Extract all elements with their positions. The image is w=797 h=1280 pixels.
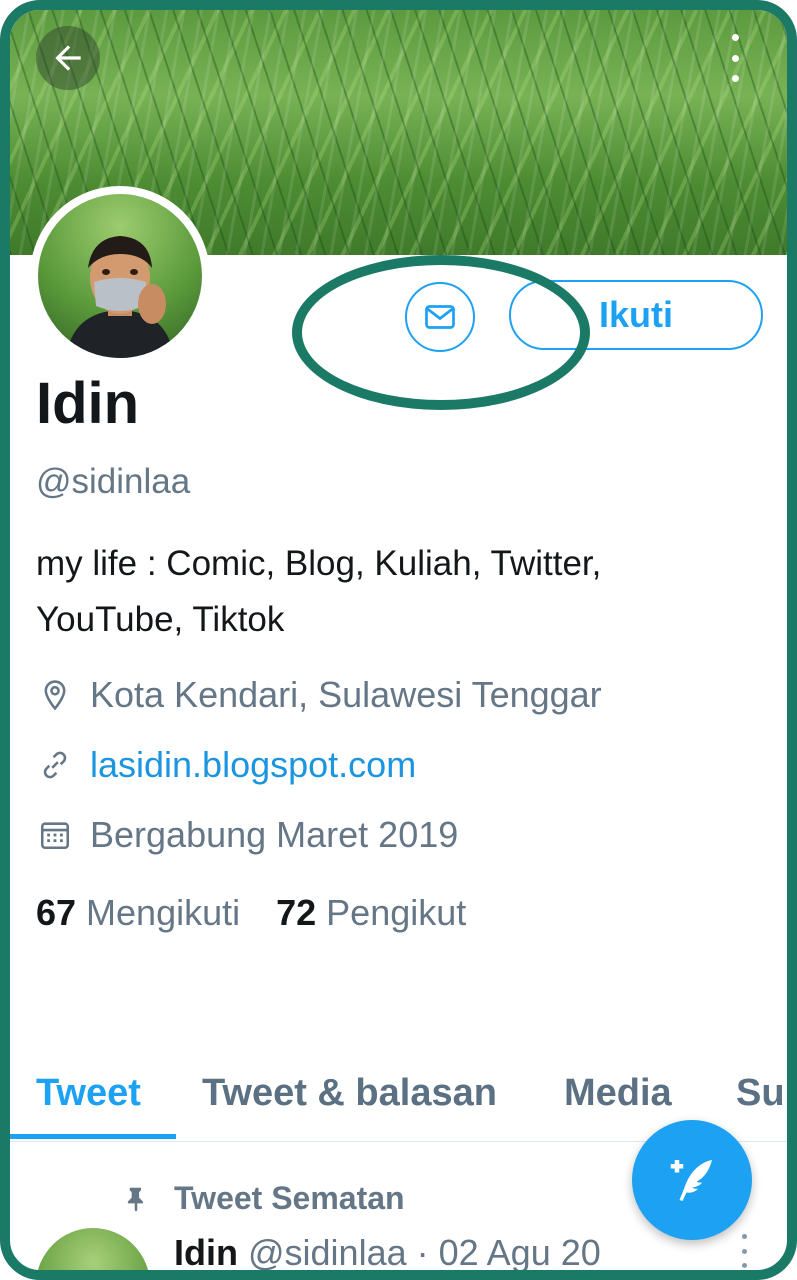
feather-plus-icon <box>670 1160 712 1201</box>
location-row: Kota Kendari, Sulawesi Tenggar <box>36 674 602 716</box>
arrow-left-icon <box>55 45 81 71</box>
profile-avatar[interactable] <box>30 186 210 366</box>
follow-stats: 67 Mengikuti 72 Pengikut <box>36 892 502 934</box>
dot-icon <box>731 54 739 62</box>
back-button[interactable] <box>36 26 100 90</box>
pin-icon <box>118 1181 154 1217</box>
more-options-button[interactable] <box>723 34 747 82</box>
tweet-author-handle-date: @sidinlaa · 02 Agu 20 <box>247 1232 601 1273</box>
joined-row: Bergabung Maret 2019 <box>36 814 458 856</box>
profile-handle: @sidinlaa <box>36 462 191 501</box>
tab-likes[interactable]: Su <box>736 1072 785 1115</box>
following-count: 67 <box>36 892 77 933</box>
dot-icon <box>731 75 739 82</box>
avatar-photo <box>66 236 174 358</box>
pinned-tweet-label: Tweet Sematan <box>118 1180 405 1217</box>
pinned-label-text: Tweet Sematan <box>174 1180 405 1216</box>
dot-icon <box>731 34 739 41</box>
followers-stat[interactable]: 72 Pengikut <box>276 892 466 934</box>
location-text: Kota Kendari, Sulawesi Tenggar <box>90 674 602 715</box>
joined-text: Bergabung Maret 2019 <box>90 814 459 855</box>
followers-count: 72 <box>276 892 317 933</box>
tweet-author-name[interactable]: Idin <box>174 1232 238 1270</box>
website-link[interactable]: lasidin.blogspot.com <box>90 744 416 786</box>
website-row[interactable]: lasidin.blogspot.com <box>36 744 416 786</box>
calendar-icon <box>36 816 74 854</box>
profile-bio: my life : Comic, Blog, Kuliah, Twitter, … <box>36 536 756 648</box>
dot-icon <box>741 1263 747 1268</box>
tweet-more-button[interactable] <box>738 1234 750 1268</box>
following-label: Mengikuti <box>86 892 241 933</box>
link-icon <box>36 746 74 784</box>
phone-frame: Ikuti Idin @sidinlaa my life : Comic, Bl… <box>0 0 797 1280</box>
profile-name: Idin <box>36 371 140 436</box>
tab-media[interactable]: Media <box>564 1072 672 1115</box>
compose-tweet-button[interactable] <box>632 1120 752 1240</box>
highlight-annotation <box>292 255 590 410</box>
tweet-avatar[interactable] <box>36 1228 150 1270</box>
tab-tweet[interactable]: Tweet <box>36 1072 141 1115</box>
active-tab-indicator <box>10 1134 176 1139</box>
tweet-header: Idin @sidinlaa · 02 Agu 20 <box>174 1232 601 1273</box>
dot-icon <box>741 1248 747 1254</box>
location-pin-icon <box>36 676 74 714</box>
following-stat[interactable]: 67 Mengikuti <box>36 892 240 934</box>
bio-line: YouTube, Tiktok <box>36 600 285 639</box>
followers-label: Pengikut <box>326 892 467 933</box>
bio-line: my life : Comic, Blog, Kuliah, Twitter, <box>36 544 602 583</box>
tab-tweet-replies[interactable]: Tweet & balasan <box>202 1072 497 1115</box>
dot-icon <box>741 1234 747 1239</box>
